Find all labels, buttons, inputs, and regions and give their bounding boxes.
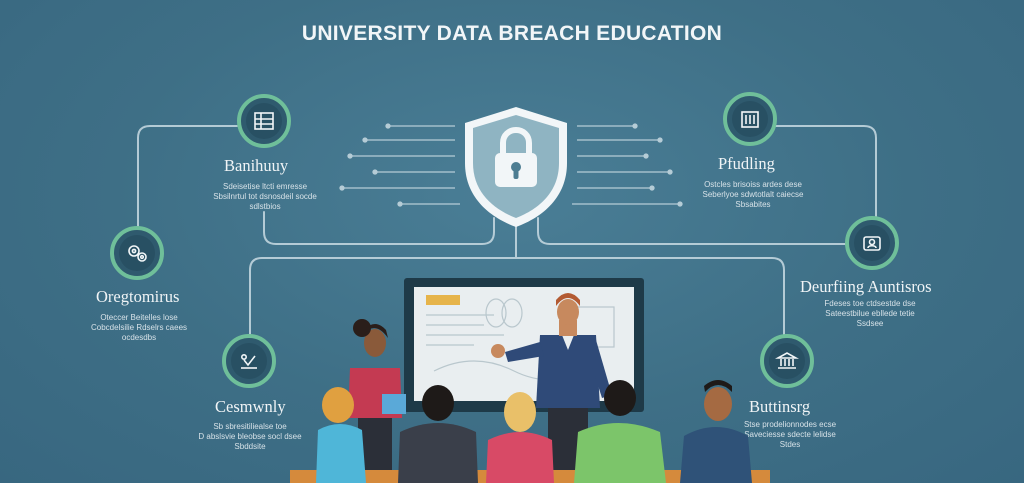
classroom-scene — [290, 293, 770, 483]
infographic-canvas: UNIVERSITY DATA BREACH EDUCATION Banihuu… — [0, 0, 1024, 483]
